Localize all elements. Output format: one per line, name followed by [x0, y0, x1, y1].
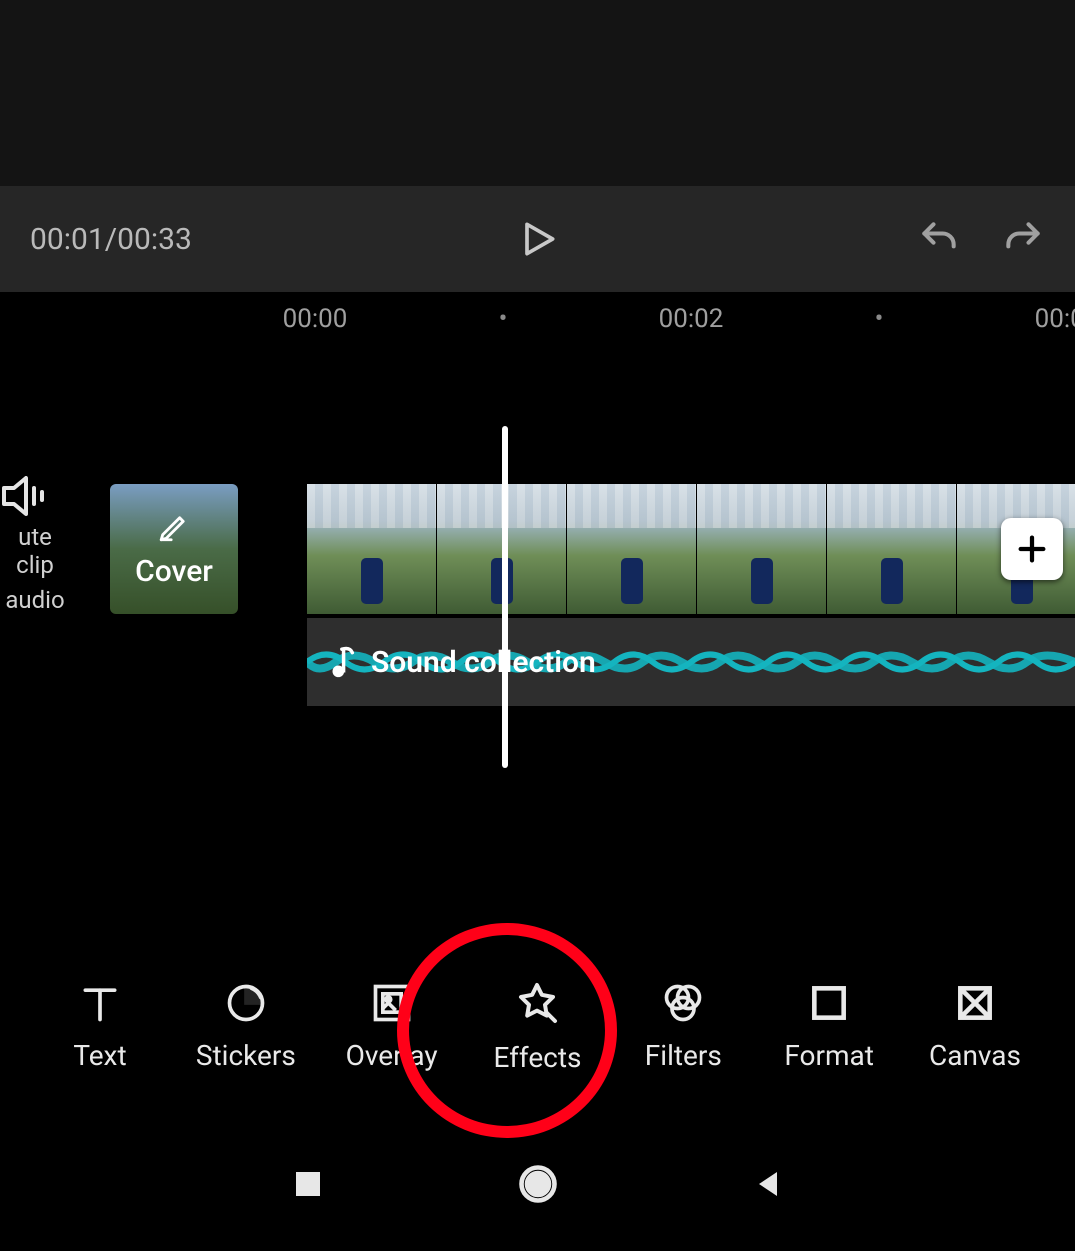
clip-frame — [697, 484, 827, 614]
music-note-icon — [329, 645, 357, 679]
total-time: 00:33 — [117, 222, 192, 257]
playhead[interactable] — [502, 426, 508, 768]
cover-label: Cover — [135, 554, 213, 589]
tool-text[interactable]: Text — [30, 981, 170, 1072]
ruler-tick: 00:00 — [275, 304, 355, 334]
tool-format[interactable]: Format — [759, 981, 899, 1072]
tool-label: Canvas — [929, 1039, 1021, 1072]
ruler-tick: 00:02 — [651, 304, 731, 334]
tool-label: Text — [73, 1039, 126, 1072]
tool-label: Filters — [645, 1039, 722, 1072]
ruler-dot: • — [839, 304, 919, 334]
add-clip-button[interactable] — [1001, 518, 1063, 580]
nav-recent-button[interactable] — [290, 1166, 326, 1202]
transport-bar: 00:01/00:33 — [0, 186, 1075, 292]
text-icon — [78, 981, 122, 1025]
tool-effects[interactable]: Effects — [467, 979, 607, 1074]
redo-button[interactable] — [1001, 217, 1045, 261]
undo-button[interactable] — [917, 217, 961, 261]
sticker-icon — [224, 981, 268, 1025]
video-clip-strip[interactable] — [307, 484, 1075, 614]
tool-stickers[interactable]: Stickers — [176, 981, 316, 1072]
nav-home-button[interactable] — [516, 1162, 560, 1206]
tool-filters[interactable]: Filters — [613, 981, 753, 1072]
filters-icon — [661, 981, 705, 1025]
undo-icon — [917, 217, 961, 261]
ruler-tick: 00:04 — [1027, 304, 1075, 334]
audio-track[interactable]: Sound collection — [307, 618, 1075, 706]
current-time: 00:01 — [30, 222, 105, 257]
clip-frame — [307, 484, 437, 614]
preview-area — [0, 0, 1075, 186]
ruler-dot: • — [463, 304, 543, 334]
mute-label-line1: ute clip — [0, 524, 70, 579]
cover-thumb-button[interactable]: Cover — [110, 484, 238, 614]
clip-frame — [827, 484, 957, 614]
tool-label: Format — [784, 1039, 874, 1072]
effects-icon — [513, 979, 561, 1027]
mute-clip-audio-button[interactable]: ute clip audio — [0, 476, 70, 615]
tool-label: Stickers — [196, 1039, 296, 1072]
speaker-icon — [0, 476, 48, 516]
clip-frame — [567, 484, 697, 614]
overlay-icon — [370, 981, 414, 1025]
timeline-ruler[interactable]: 00:00 • 00:02 • 00:04 • — [0, 292, 1075, 346]
canvas-icon — [953, 981, 997, 1025]
timecode-display: 00:01/00:33 — [30, 222, 192, 257]
tool-canvas[interactable]: Canvas — [905, 981, 1045, 1072]
triangle-back-icon — [750, 1166, 786, 1202]
audio-track-label: Sound collection — [371, 645, 596, 680]
pencil-icon — [157, 510, 191, 544]
nav-back-button[interactable] — [750, 1166, 786, 1202]
editor-toolbar: Text Stickers Overlay Effects Filters Fo… — [0, 936, 1075, 1116]
android-nav-bar — [0, 1116, 1075, 1251]
format-icon — [807, 981, 851, 1025]
redo-icon — [1001, 217, 1045, 261]
square-icon — [290, 1166, 326, 1202]
circle-icon — [516, 1162, 560, 1206]
play-icon — [516, 217, 560, 261]
video-editor-screen: 00:01/00:33 00:00 • 00:02 • 00:04 • ute … — [0, 0, 1075, 1251]
tool-label: Effects — [494, 1041, 582, 1074]
plus-icon — [1015, 532, 1049, 566]
timeline-area[interactable]: ute clip audio Cover — [0, 346, 1075, 886]
tool-label: Overlay — [346, 1039, 438, 1072]
play-button[interactable] — [516, 217, 560, 261]
mute-label-line2: audio — [0, 587, 70, 615]
tool-overlay[interactable]: Overlay — [322, 981, 462, 1072]
